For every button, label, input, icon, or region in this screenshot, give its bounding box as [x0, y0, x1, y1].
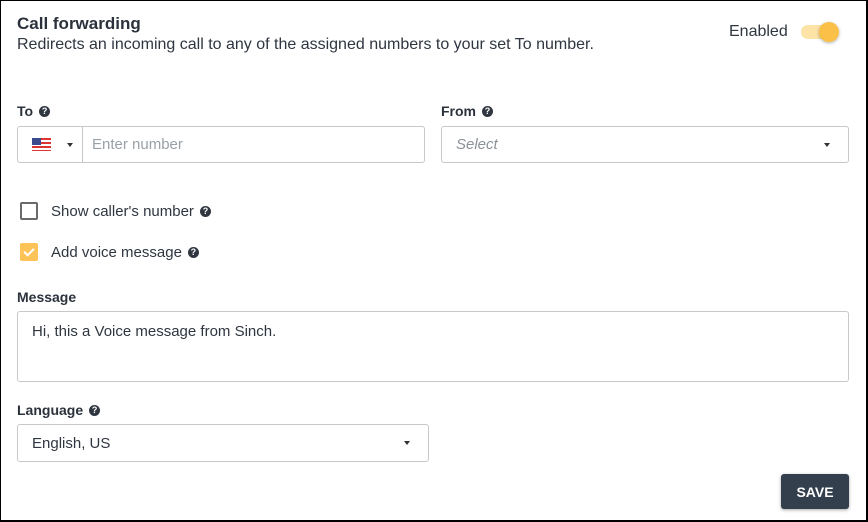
show-callers-number-option[interactable]: Show caller's number ? [20, 202, 211, 220]
show-callers-number-checkbox[interactable] [20, 202, 38, 220]
message-label-group: Message [17, 289, 76, 305]
question-circle-icon[interactable]: ? [187, 246, 199, 258]
to-number-input[interactable] [83, 127, 424, 162]
us-flag-icon [32, 138, 51, 151]
add-voice-message-checkbox[interactable] [20, 243, 38, 261]
show-callers-number-label: Show caller's number [51, 202, 194, 220]
from-select[interactable]: Select [441, 126, 849, 163]
country-selector[interactable] [18, 127, 83, 162]
caret-down-icon [404, 441, 410, 445]
from-label-group: From ? [441, 103, 493, 119]
checkmark-icon [23, 244, 35, 257]
message-label: Message [17, 289, 77, 305]
save-button[interactable]: SAVE [781, 474, 849, 509]
panel-title: Call forwarding [17, 14, 141, 33]
from-select-placeholder: Select [456, 136, 498, 153]
language-label: Language [17, 402, 84, 418]
from-label: From [441, 103, 476, 119]
message-textarea[interactable]: Hi, this a Voice message from Sinch. [17, 311, 849, 382]
question-circle-icon[interactable]: ? [199, 205, 211, 217]
question-circle-icon[interactable]: ? [39, 105, 51, 117]
enabled-toggle[interactable] [800, 22, 839, 42]
add-voice-message-label: Add voice message [51, 243, 182, 261]
add-voice-message-option[interactable]: Add voice message ? [20, 243, 199, 261]
panel-description: Redirects an incoming call to any of the… [17, 36, 594, 53]
to-label: To [17, 103, 34, 119]
toggle-knob[interactable] [818, 22, 839, 42]
enabled-toggle-group: Enabled [729, 22, 839, 42]
to-label-group: To ? [17, 103, 51, 119]
to-phone-input-group [17, 126, 425, 163]
caret-down-icon [824, 142, 830, 147]
language-select[interactable]: English, US [17, 424, 429, 462]
language-select-value: English, US [32, 434, 111, 452]
question-circle-icon[interactable]: ? [482, 105, 493, 117]
enabled-label: Enabled [729, 23, 788, 40]
language-label-group: Language ? [17, 402, 101, 418]
question-circle-icon[interactable]: ? [89, 404, 101, 416]
caret-down-icon [67, 142, 73, 147]
call-forwarding-panel: Call forwarding Redirects an incoming ca… [0, 0, 868, 522]
